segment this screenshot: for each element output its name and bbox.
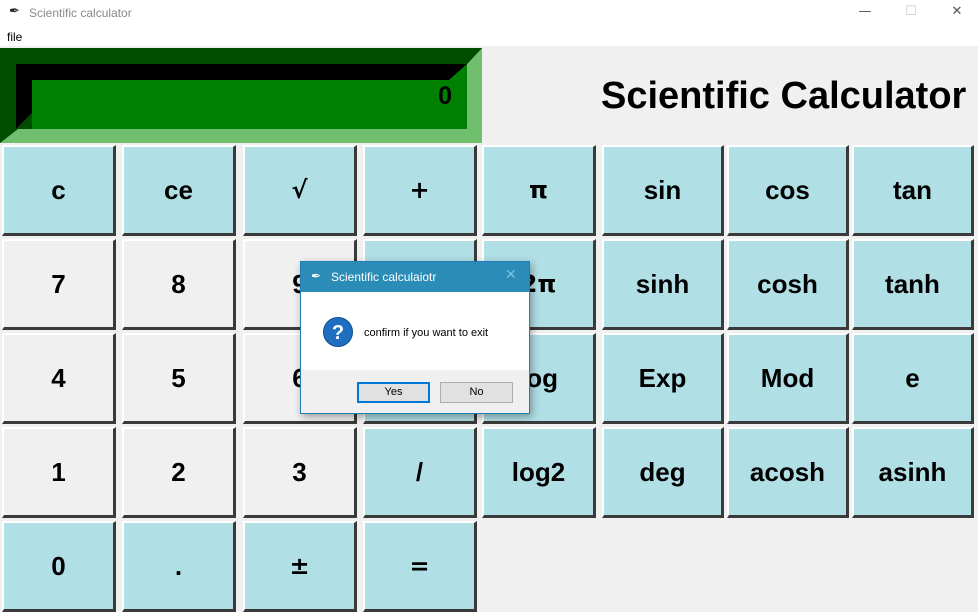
cosh-button[interactable]: cosh (727, 239, 849, 330)
sinh-button[interactable]: sinh (602, 239, 724, 330)
dialog-title: Scientific calculaiotr (331, 270, 437, 284)
e-button[interactable]: e (852, 333, 974, 424)
minimize-button[interactable]: — (842, 0, 888, 26)
calculator-display: 0 (0, 48, 482, 143)
feather-icon: ✒ (311, 269, 322, 283)
deg-button[interactable]: deg (602, 427, 724, 518)
menu-file[interactable]: file (7, 30, 22, 44)
plus-minus-button[interactable]: ± (243, 521, 357, 612)
dialog-titlebar: ✒ Scientific calculaiotr ✕ (301, 262, 529, 292)
digit-1-button[interactable]: 1 (2, 427, 116, 518)
divide-button[interactable]: / (363, 427, 477, 518)
tanh-button[interactable]: tanh (852, 239, 974, 330)
digit-5-button[interactable]: 5 (122, 333, 236, 424)
asinh-button[interactable]: asinh (852, 427, 974, 518)
acosh-button[interactable]: acosh (727, 427, 849, 518)
exit-dialog: ✒ Scientific calculaiotr ✕ ? confirm if … (300, 261, 530, 414)
add-button[interactable]: + (363, 145, 477, 236)
pi-button[interactable]: π (482, 145, 596, 236)
equals-button[interactable]: = (363, 521, 477, 612)
tan-button[interactable]: tan (852, 145, 974, 236)
cos-button[interactable]: cos (727, 145, 849, 236)
display-bevel (0, 48, 482, 143)
menu-bar: file (0, 26, 978, 46)
yes-button[interactable]: Yes (357, 382, 430, 403)
sin-button[interactable]: sin (602, 145, 724, 236)
window-titlebar: ✒ Scientific calculator — ☐ ✕ (0, 0, 978, 26)
digit-2-button[interactable]: 2 (122, 427, 236, 518)
dialog-message: confirm if you want to exit (364, 327, 489, 339)
clear-button[interactable]: c (2, 145, 116, 236)
close-button[interactable]: ✕ (934, 0, 978, 26)
mod-button[interactable]: Mod (727, 333, 849, 424)
log2-button[interactable]: log2 (482, 427, 596, 518)
digit-8-button[interactable]: 8 (122, 239, 236, 330)
exp-button[interactable]: Exp (602, 333, 724, 424)
digit-7-button[interactable]: 7 (2, 239, 116, 330)
window-title: Scientific calculator (29, 6, 132, 20)
decimal-button[interactable]: . (122, 521, 236, 612)
digit-4-button[interactable]: 4 (2, 333, 116, 424)
clear-entry-button[interactable]: ce (122, 145, 236, 236)
page-title: Scientific Calculator (601, 75, 967, 117)
sqrt-button[interactable]: √ (243, 145, 357, 236)
question-icon: ? (323, 317, 353, 347)
no-button[interactable]: No (440, 382, 513, 403)
close-icon[interactable]: ✕ (505, 267, 517, 283)
maximize-button[interactable]: ☐ (888, 0, 934, 26)
digit-3-button[interactable]: 3 (243, 427, 357, 518)
display-value: 0 (438, 82, 452, 110)
feather-icon: ✒ (9, 4, 20, 19)
digit-0-button[interactable]: 0 (2, 521, 116, 612)
